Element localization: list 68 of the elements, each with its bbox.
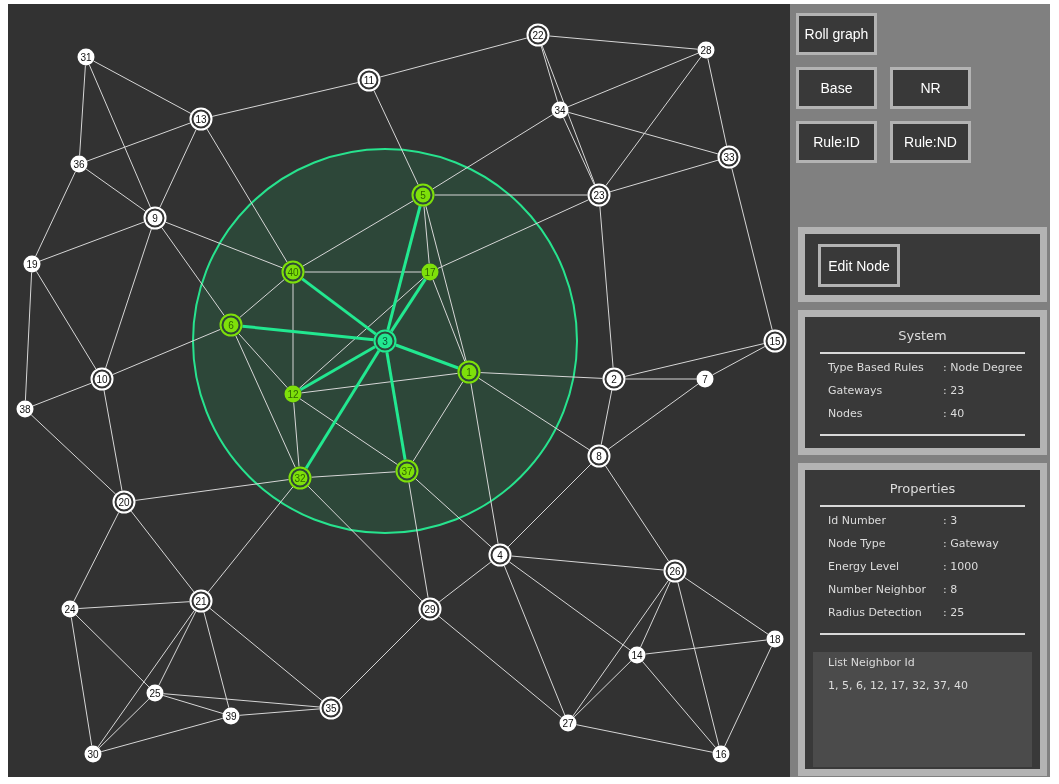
row-label: Radius Detection	[828, 606, 923, 619]
panel-button[interactable]: NR	[890, 67, 971, 109]
graph-node[interactable]: 26	[663, 559, 687, 583]
row-label: Node Type	[828, 537, 887, 550]
graph-node[interactable]: 16	[712, 745, 730, 763]
row-value: : 40	[943, 407, 965, 420]
row-label: Gateways	[828, 384, 884, 397]
panel-button[interactable]: Base	[796, 67, 877, 109]
edge-line	[438, 561, 492, 603]
panel-title: Properties	[889, 480, 956, 498]
graph-node[interactable]: 10	[90, 367, 114, 391]
row-label: Number Neighbor	[828, 583, 927, 596]
list-title: List Neighbor Id	[828, 655, 915, 671]
panel-button[interactable]: Rule:ID	[796, 121, 877, 163]
graph-node[interactable]: 2	[602, 367, 626, 391]
graph-node[interactable]: 13	[189, 107, 213, 131]
graph-node[interactable]: 14	[628, 646, 646, 664]
graph-node[interactable]: 18	[766, 630, 784, 648]
graph-node[interactable]: 20	[112, 490, 136, 514]
panel-title: System	[898, 327, 947, 345]
graph-node[interactable]: 32	[288, 466, 312, 490]
graph-node[interactable]: 11	[357, 68, 381, 92]
graph-node[interactable]: 35	[319, 696, 343, 720]
graph-node[interactable]: 24	[61, 600, 79, 618]
graph-node[interactable]: 40	[281, 260, 305, 284]
list-text: 1, 5, 6, 12, 17, 32, 37, 40	[828, 678, 968, 694]
graph-node[interactable]: 33	[717, 145, 741, 169]
graph-node[interactable]: 38	[16, 400, 34, 418]
graph-node[interactable]: 25	[146, 684, 164, 702]
row-label: Nodes	[828, 407, 864, 420]
row-label: Type Based Rules	[828, 361, 925, 374]
graph-node[interactable]: 19	[23, 255, 41, 273]
row-value: : 8	[943, 583, 958, 596]
panel-button[interactable]: Roll graph	[796, 13, 877, 55]
row-value: : 1000	[943, 560, 979, 573]
graph-node[interactable]: 12	[284, 385, 302, 403]
graph-node[interactable]: 27	[559, 714, 577, 732]
graph-node[interactable]: 17	[421, 263, 439, 281]
edit-node-button[interactable]: Edit Node	[818, 244, 900, 287]
graph-node[interactable]: 28	[697, 41, 715, 59]
graph-node[interactable]: 21	[189, 589, 213, 613]
graph-node[interactable]: 15	[763, 329, 787, 353]
graph-node[interactable]: 34	[551, 101, 569, 119]
graph-node[interactable]: 37	[395, 459, 419, 483]
graph-node[interactable]: 36	[70, 155, 88, 173]
graph-node[interactable]: 30	[84, 745, 102, 763]
graph-node[interactable]: 9	[143, 206, 167, 230]
graph-node[interactable]: 8	[587, 444, 611, 468]
row-value: : Node Degree	[943, 361, 1023, 374]
graph-node[interactable]: 7	[696, 370, 714, 388]
graph-node[interactable]: 29	[418, 597, 442, 621]
row-label: Id Number	[828, 514, 887, 527]
panel-button[interactable]: Rule:ND	[890, 121, 971, 163]
edge-line	[239, 279, 285, 318]
graph-node[interactable]: 31	[77, 48, 95, 66]
graph-node[interactable]: 6	[219, 313, 243, 337]
row-value: : 25	[943, 606, 965, 619]
graph-node[interactable]: 22	[526, 23, 550, 47]
graph-node[interactable]: 1	[457, 360, 481, 384]
row-value: : Gateway	[943, 537, 999, 550]
row-value: : 23	[943, 384, 965, 397]
graph-node[interactable]: 3	[373, 329, 397, 353]
graph-node[interactable]: 5	[411, 183, 435, 207]
row-label: Energy Level	[828, 560, 901, 573]
graph-node[interactable]: 23	[587, 183, 611, 207]
row-value: : 3	[943, 514, 958, 527]
graph-node[interactable]: 39	[222, 707, 240, 725]
graph-node[interactable]: 4	[488, 543, 512, 567]
